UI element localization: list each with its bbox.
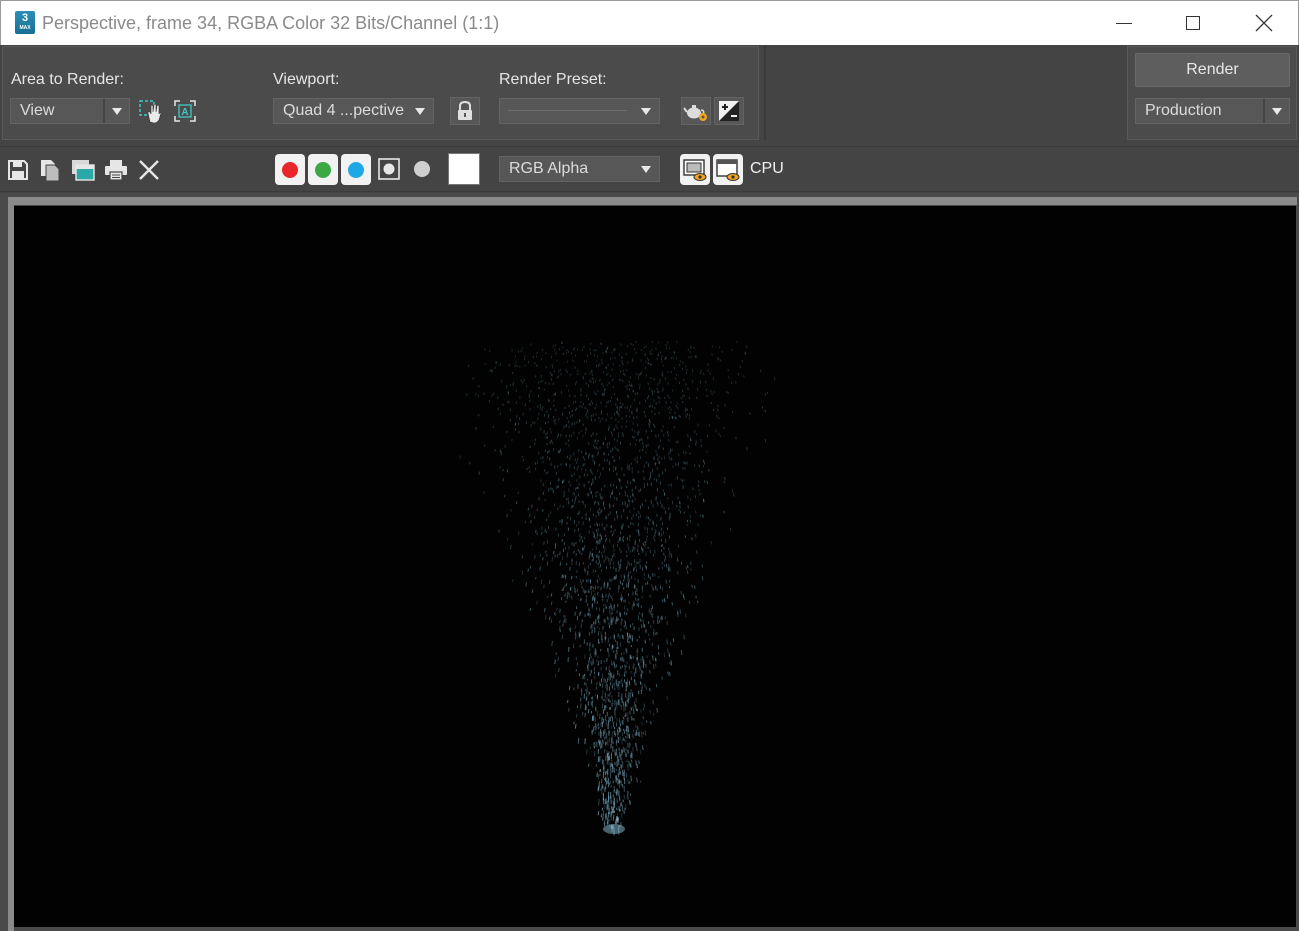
alpha-channel-icon [378, 158, 400, 180]
render-preset-dropdown[interactable] [499, 98, 660, 124]
copy-icon [41, 160, 60, 182]
close-icon [1255, 14, 1273, 32]
area-to-render-value: View [20, 102, 55, 119]
save-image-button[interactable] [3, 155, 33, 185]
clone-window-icon [72, 160, 95, 181]
frame-window-eye-icon [683, 158, 707, 181]
monochrome-toggle[interactable] [407, 154, 437, 184]
alpha-channel-toggle[interactable] [374, 154, 404, 184]
preset-separator [508, 110, 627, 111]
teapot-icon [683, 105, 707, 121]
chevron-down-icon [633, 99, 659, 123]
frame-border-top [8, 197, 1297, 205]
display-channel-dropdown[interactable]: RGB Alpha [499, 156, 660, 182]
particle-spray-render [459, 341, 776, 836]
auto-region-icon: A [174, 100, 196, 122]
panel-divider [764, 46, 766, 140]
exposure-icon [719, 101, 739, 121]
blue-channel-toggle[interactable] [341, 154, 371, 185]
render-mode-dropdown[interactable]: Production [1135, 98, 1290, 124]
panel-eye-icon [716, 158, 740, 181]
clear-image-button[interactable] [134, 155, 164, 185]
green-channel-toggle[interactable] [308, 154, 338, 185]
display-channel-value: RGB Alpha [509, 160, 589, 177]
viewport-value: Quad 4 ...pective [283, 102, 404, 119]
render-setup-button[interactable] [681, 97, 711, 125]
renderer-label: CPU [750, 160, 784, 177]
exposure-control-button[interactable] [714, 97, 744, 125]
clone-frame-button[interactable] [68, 155, 98, 185]
chevron-down-icon [1263, 99, 1289, 123]
svg-text:A: A [181, 107, 188, 118]
viewport-dropdown[interactable]: Quad 4 ...pective [273, 98, 434, 124]
auto-region-button[interactable]: A [170, 97, 200, 125]
area-to-render-label: Area to Render: [11, 71, 124, 88]
render-settings-panel [2, 46, 759, 140]
render-preset-label: Render Preset: [499, 71, 607, 88]
render-mode-value: Production [1145, 102, 1222, 119]
red-channel-icon [282, 161, 298, 178]
lock-viewport-button[interactable] [450, 97, 480, 125]
show-render-history-button[interactable] [680, 154, 710, 185]
window-title: Perspective, frame 34, RGBA Color 32 Bit… [42, 13, 500, 33]
chevron-down-icon [103, 99, 129, 123]
print-icon [105, 160, 127, 181]
edit-region-icon [139, 100, 162, 124]
minimize-button[interactable] [1101, 1, 1147, 45]
maximize-icon [1186, 16, 1200, 30]
minimize-icon [1116, 22, 1132, 24]
app-logo-icon: 3 MAX [15, 11, 35, 34]
title-bar: 3 MAX Perspective, frame 34, RGBA Color 3… [0, 0, 1299, 45]
area-to-render-dropdown[interactable]: View [10, 98, 130, 124]
edit-region-button[interactable] [137, 97, 167, 125]
print-image-button[interactable] [101, 155, 131, 185]
rendered-image[interactable] [14, 206, 1296, 927]
chevron-down-icon [633, 157, 659, 181]
red-channel-toggle[interactable] [275, 154, 305, 185]
toggle-ui-button[interactable] [713, 154, 743, 185]
clear-icon [139, 160, 159, 180]
save-icon [8, 160, 28, 180]
monochrome-icon [414, 161, 430, 177]
close-window-button[interactable] [1241, 1, 1287, 45]
chevron-down-icon [407, 99, 433, 123]
viewport-label: Viewport: [273, 71, 340, 88]
copy-image-button[interactable] [35, 155, 65, 185]
background-color-swatch[interactable] [448, 153, 480, 185]
lock-icon [458, 100, 472, 120]
render-button[interactable]: Render [1135, 53, 1290, 87]
maximize-button[interactable] [1170, 1, 1216, 45]
blue-channel-icon [348, 161, 364, 178]
green-channel-icon [315, 161, 331, 178]
